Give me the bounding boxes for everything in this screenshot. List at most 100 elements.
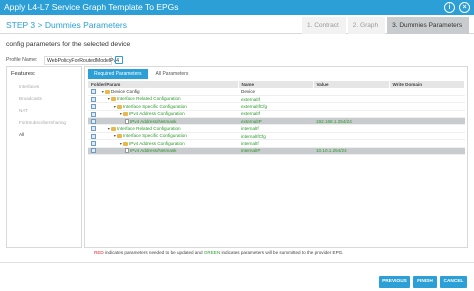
table-row[interactable]: ▼ IPv4 Address Configuration externalIf <box>88 110 465 119</box>
feature-item-broadcasts[interactable]: Broadcasts <box>7 93 81 105</box>
folder-icon <box>117 134 122 139</box>
folder-param-cell: IPv4 Address/Netmask <box>88 147 238 156</box>
folder-icon <box>123 112 128 116</box>
previous-button[interactable]: PREVIOUS <box>379 276 410 288</box>
profile-label: Profile Name: <box>6 57 38 63</box>
param-label: IPv4 Address Configuration <box>129 140 185 146</box>
parameter-icon <box>125 118 129 124</box>
folder-icon <box>117 104 122 109</box>
write-domain-cell <box>389 102 465 111</box>
value-cell[interactable] <box>313 132 389 141</box>
table-row[interactable]: ▼ IPv4 Address Configuration internalIf <box>88 139 465 148</box>
cancel-button[interactable]: CANCEL <box>440 276 467 288</box>
legend-end-text: indicates parameters will be summitted t… <box>220 250 344 255</box>
write-domain-cell <box>389 110 465 119</box>
table-row[interactable]: IPv4 Address/Netmask internalIP 10.10.1.25… <box>88 147 465 156</box>
feature-item-all[interactable]: All <box>7 129 81 141</box>
name-cell: internalIf <box>238 124 313 133</box>
legend-red-word: RED <box>94 250 104 255</box>
write-domain-cell <box>389 88 465 96</box>
row-checkbox[interactable] <box>91 126 96 132</box>
row-checkbox[interactable] <box>91 148 96 154</box>
write-domain-cell <box>389 95 465 104</box>
row-checkbox[interactable] <box>91 118 96 124</box>
row-checkbox[interactable] <box>91 141 96 147</box>
value-cell[interactable] <box>313 124 389 133</box>
legend-mid-text: indicates parameters needed to be update… <box>103 250 204 255</box>
step-graph[interactable]: 2. Graph <box>347 17 386 34</box>
value-cell[interactable]: 10.10.1.254/24 <box>313 147 389 156</box>
features-title: Features: <box>11 71 36 77</box>
parameters-panel: Required Parameters All Parameters Folde… <box>84 66 468 248</box>
table-row[interactable]: ▼ Interface Related Configuration external… <box>88 95 465 104</box>
parameters-table: Folder/Param Name Value Write Domain ▼ De… <box>88 81 465 156</box>
folder-param-cell: ▼ Interface Specific Configuration <box>88 132 238 141</box>
features-panel: Features: Interfaces Broadcasts NAT Fort… <box>6 66 82 248</box>
name-cell: externalIf <box>238 95 313 104</box>
param-label: Device Config <box>111 88 140 94</box>
folder-param-cell: ▼ IPv4 Address Configuration <box>88 139 238 148</box>
step-dummies-parameters[interactable]: 3. Dummies Parameters <box>387 17 470 34</box>
col-write-domain: Write Domain <box>389 81 465 88</box>
folder-param-cell: ▼ Interface Related Configuration <box>88 124 238 133</box>
window-titlebar: Apply L4-L7 Service Graph Template To EP… <box>0 0 474 15</box>
name-cell: internalIP <box>238 147 313 156</box>
write-domain-cell <box>389 139 465 148</box>
wizard-stepbar: STEP 3 > Dummies Parameters 1. Contract … <box>0 17 474 34</box>
folder-icon <box>105 89 110 94</box>
close-icon[interactable]: × <box>459 2 470 13</box>
info-icon[interactable]: i <box>444 2 455 13</box>
wizard-footer: PREVIOUS FINISH CANCEL <box>0 262 474 291</box>
finish-button[interactable]: FINISH <box>413 276 437 288</box>
value-cell[interactable] <box>313 110 389 119</box>
feature-item-nat[interactable]: NAT <box>7 105 81 117</box>
value-cell[interactable] <box>313 139 389 148</box>
col-value: Value <box>313 81 390 88</box>
param-label: IPv4 Address Configuration <box>129 111 185 117</box>
param-label: Interface Related Configuration <box>117 126 181 131</box>
value-cell[interactable] <box>313 102 389 111</box>
name-cell: externalIf <box>238 110 313 119</box>
param-label: Interface Specific Configuration <box>123 103 187 109</box>
page-description: config parameters for the selected devic… <box>6 41 131 48</box>
folder-param-cell: IPv4 Address/Netmask <box>88 117 238 126</box>
feature-item-forti-sharing[interactable]: FortiSubscriberSharing <box>7 117 81 129</box>
profile-name-field[interactable]: WebPolicyForRoutedModelPv4 <box>44 56 119 65</box>
value-cell[interactable] <box>313 95 389 104</box>
color-legend: RED indicates parameters needed to be up… <box>94 250 344 255</box>
tab-all-parameters[interactable]: All Parameters <box>150 69 195 79</box>
row-checkbox[interactable] <box>91 96 96 102</box>
table-row[interactable]: ▼ Interface Specific Configuration interna… <box>88 132 465 141</box>
folder-icon <box>123 141 128 146</box>
col-name: Name <box>238 81 314 88</box>
write-domain-cell <box>389 132 465 141</box>
col-folder-param: Folder/Param <box>88 81 239 88</box>
write-domain-cell <box>389 124 465 133</box>
name-cell: externalIfCfg <box>238 102 313 111</box>
folder-icon <box>111 97 116 102</box>
folder-icon <box>111 126 116 131</box>
write-domain-cell <box>389 117 465 126</box>
tab-required-parameters[interactable]: Required Parameters <box>88 69 148 79</box>
folder-param-cell: ▼ Interface Specific Configuration <box>88 102 238 111</box>
table-row[interactable]: IPv4 Address/Netmask externalIP 192.168.1.… <box>88 117 465 126</box>
row-checkbox[interactable] <box>91 89 96 95</box>
folder-param-cell: ▼ IPv4 Address Configuration <box>88 110 238 119</box>
table-row[interactable]: ▼ Device Config Device <box>88 88 465 96</box>
name-cell: externalIP <box>238 117 313 126</box>
profile-link-icon[interactable] <box>115 56 123 64</box>
value-cell[interactable] <box>313 88 389 96</box>
row-checkbox[interactable] <box>91 111 96 117</box>
folder-param-cell: ▼ Interface Related Configuration <box>88 95 238 104</box>
step-contract[interactable]: 1. Contract <box>302 17 346 34</box>
feature-item-interfaces[interactable]: Interfaces <box>7 81 81 93</box>
row-checkbox[interactable] <box>91 133 96 139</box>
table-row[interactable]: ▼ Interface Specific Configuration externa… <box>88 102 465 111</box>
param-label: IPv4 Address/Netmask <box>130 148 177 154</box>
row-checkbox[interactable] <box>91 104 96 110</box>
write-domain-cell <box>389 147 465 156</box>
value-cell[interactable]: 192.168.1.254/24 <box>313 117 389 126</box>
name-cell: internalIfCfg <box>238 132 313 141</box>
current-step-title: STEP 3 > Dummies Parameters <box>6 20 128 30</box>
table-row[interactable]: ▼ Interface Related Configuration internal… <box>88 124 465 133</box>
